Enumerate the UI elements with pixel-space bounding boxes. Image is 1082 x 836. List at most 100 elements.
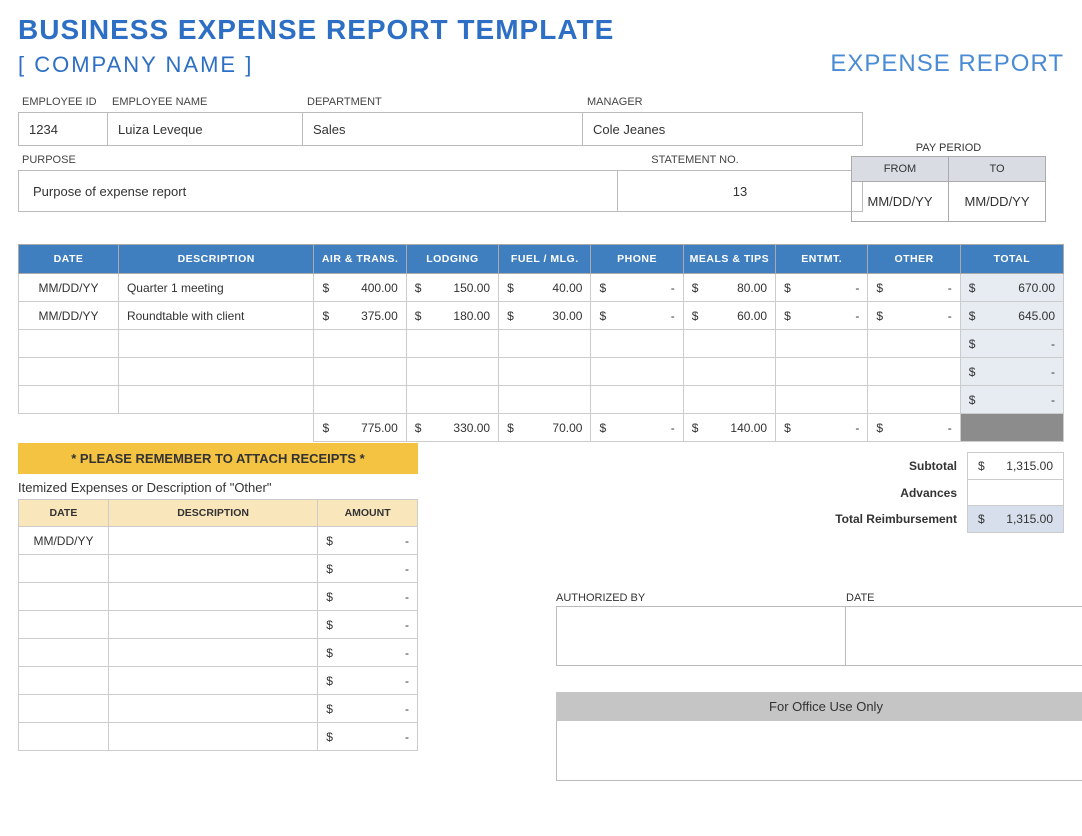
employee-name-field[interactable]: Luiza Leveque — [108, 112, 303, 146]
table-cell[interactable]: $180.00 — [406, 302, 498, 330]
table-cell[interactable] — [683, 330, 775, 358]
col-air: AIR & TRANS. — [314, 245, 406, 274]
sum-phone: $- — [591, 414, 683, 442]
item-date[interactable] — [19, 695, 109, 723]
item-desc[interactable] — [108, 695, 317, 723]
manager-label: MANAGER — [583, 96, 863, 112]
item-desc[interactable] — [108, 639, 317, 667]
table-cell[interactable]: MM/DD/YY — [19, 302, 119, 330]
table-cell: $- — [960, 330, 1063, 358]
table-cell[interactable]: $- — [591, 302, 683, 330]
table-cell[interactable] — [314, 330, 406, 358]
item-date[interactable]: MM/DD/YY — [19, 527, 109, 555]
table-cell[interactable]: Quarter 1 meeting — [118, 274, 314, 302]
item-date[interactable] — [19, 555, 109, 583]
department-field[interactable]: Sales — [303, 112, 583, 146]
col-description: DESCRIPTION — [118, 245, 314, 274]
item-date[interactable] — [19, 723, 109, 751]
table-cell[interactable] — [406, 358, 498, 386]
purpose-label: PURPOSE — [18, 154, 618, 170]
item-desc[interactable] — [108, 723, 317, 751]
advances-label: Advances — [808, 480, 968, 506]
table-cell[interactable]: $40.00 — [499, 274, 591, 302]
item-desc[interactable] — [108, 611, 317, 639]
purpose-field[interactable]: Purpose of expense report — [18, 170, 618, 212]
item-desc[interactable] — [108, 527, 317, 555]
auth-date-field[interactable] — [846, 606, 1082, 666]
item-desc[interactable] — [108, 555, 317, 583]
item-amount[interactable]: $- — [318, 667, 418, 695]
table-cell[interactable] — [868, 330, 960, 358]
table-cell[interactable] — [118, 358, 314, 386]
table-cell[interactable]: $30.00 — [499, 302, 591, 330]
item-desc[interactable] — [108, 667, 317, 695]
item-amount[interactable]: $- — [318, 639, 418, 667]
table-cell[interactable] — [776, 358, 868, 386]
pay-period-to-field[interactable]: MM/DD/YY — [949, 182, 1046, 222]
table-cell[interactable] — [499, 386, 591, 414]
table-cell[interactable] — [118, 386, 314, 414]
col-total: TOTAL — [960, 245, 1063, 274]
table-cell[interactable] — [314, 386, 406, 414]
statement-no-field[interactable]: 13 — [618, 170, 863, 212]
pay-period-from-header: FROM — [852, 157, 949, 182]
item-date[interactable] — [19, 639, 109, 667]
summary-table: Subtotal $1,315.00 Advances Total Reimbu… — [808, 452, 1065, 533]
item-amount[interactable]: $- — [318, 695, 418, 723]
col-phone: PHONE — [591, 245, 683, 274]
table-cell[interactable]: MM/DD/YY — [19, 274, 119, 302]
item-desc[interactable] — [108, 583, 317, 611]
table-cell[interactable] — [868, 358, 960, 386]
item-date[interactable] — [19, 667, 109, 695]
item-amount[interactable]: $- — [318, 723, 418, 751]
col-entmt: ENTMT. — [776, 245, 868, 274]
table-cell[interactable]: $- — [776, 302, 868, 330]
table-cell[interactable]: Roundtable with client — [118, 302, 314, 330]
table-cell[interactable]: $- — [868, 302, 960, 330]
table-cell[interactable] — [19, 358, 119, 386]
table-cell[interactable] — [118, 330, 314, 358]
employee-name-label: EMPLOYEE NAME — [108, 96, 303, 112]
office-use-box[interactable] — [556, 721, 1082, 781]
item-amount[interactable]: $- — [318, 611, 418, 639]
table-cell[interactable]: $- — [591, 274, 683, 302]
table-cell[interactable]: $375.00 — [314, 302, 406, 330]
table-cell[interactable]: $80.00 — [683, 274, 775, 302]
item-amount[interactable]: $- — [318, 527, 418, 555]
manager-field[interactable]: Cole Jeanes — [583, 112, 863, 146]
authorized-by-field[interactable] — [556, 606, 846, 666]
item-col-amount: AMOUNT — [318, 500, 418, 527]
table-cell[interactable]: $400.00 — [314, 274, 406, 302]
item-date[interactable] — [19, 583, 109, 611]
table-cell[interactable]: $- — [776, 274, 868, 302]
table-cell[interactable]: $60.00 — [683, 302, 775, 330]
sum-total-gray — [960, 414, 1063, 442]
auth-date-label: DATE — [846, 592, 1082, 606]
table-cell[interactable] — [314, 358, 406, 386]
item-date[interactable] — [19, 611, 109, 639]
company-name: [ COMPANY NAME ] — [18, 52, 253, 78]
table-cell[interactable] — [499, 330, 591, 358]
table-cell[interactable] — [499, 358, 591, 386]
table-cell: $- — [960, 386, 1063, 414]
pay-period-from-field[interactable]: MM/DD/YY — [852, 182, 949, 222]
table-cell[interactable] — [683, 386, 775, 414]
table-cell[interactable] — [868, 386, 960, 414]
item-amount[interactable]: $- — [318, 583, 418, 611]
table-cell[interactable] — [19, 330, 119, 358]
table-cell[interactable]: $- — [868, 274, 960, 302]
table-cell[interactable] — [406, 330, 498, 358]
table-cell[interactable] — [591, 386, 683, 414]
table-cell[interactable] — [776, 386, 868, 414]
table-cell[interactable] — [591, 358, 683, 386]
table-cell[interactable] — [776, 330, 868, 358]
table-cell[interactable] — [683, 358, 775, 386]
item-amount[interactable]: $- — [318, 555, 418, 583]
table-cell[interactable] — [406, 386, 498, 414]
advances-value[interactable] — [968, 480, 1064, 506]
table-cell: $- — [960, 358, 1063, 386]
table-cell[interactable]: $150.00 — [406, 274, 498, 302]
table-cell[interactable] — [591, 330, 683, 358]
employee-id-field[interactable]: 1234 — [18, 112, 108, 146]
table-cell[interactable] — [19, 386, 119, 414]
